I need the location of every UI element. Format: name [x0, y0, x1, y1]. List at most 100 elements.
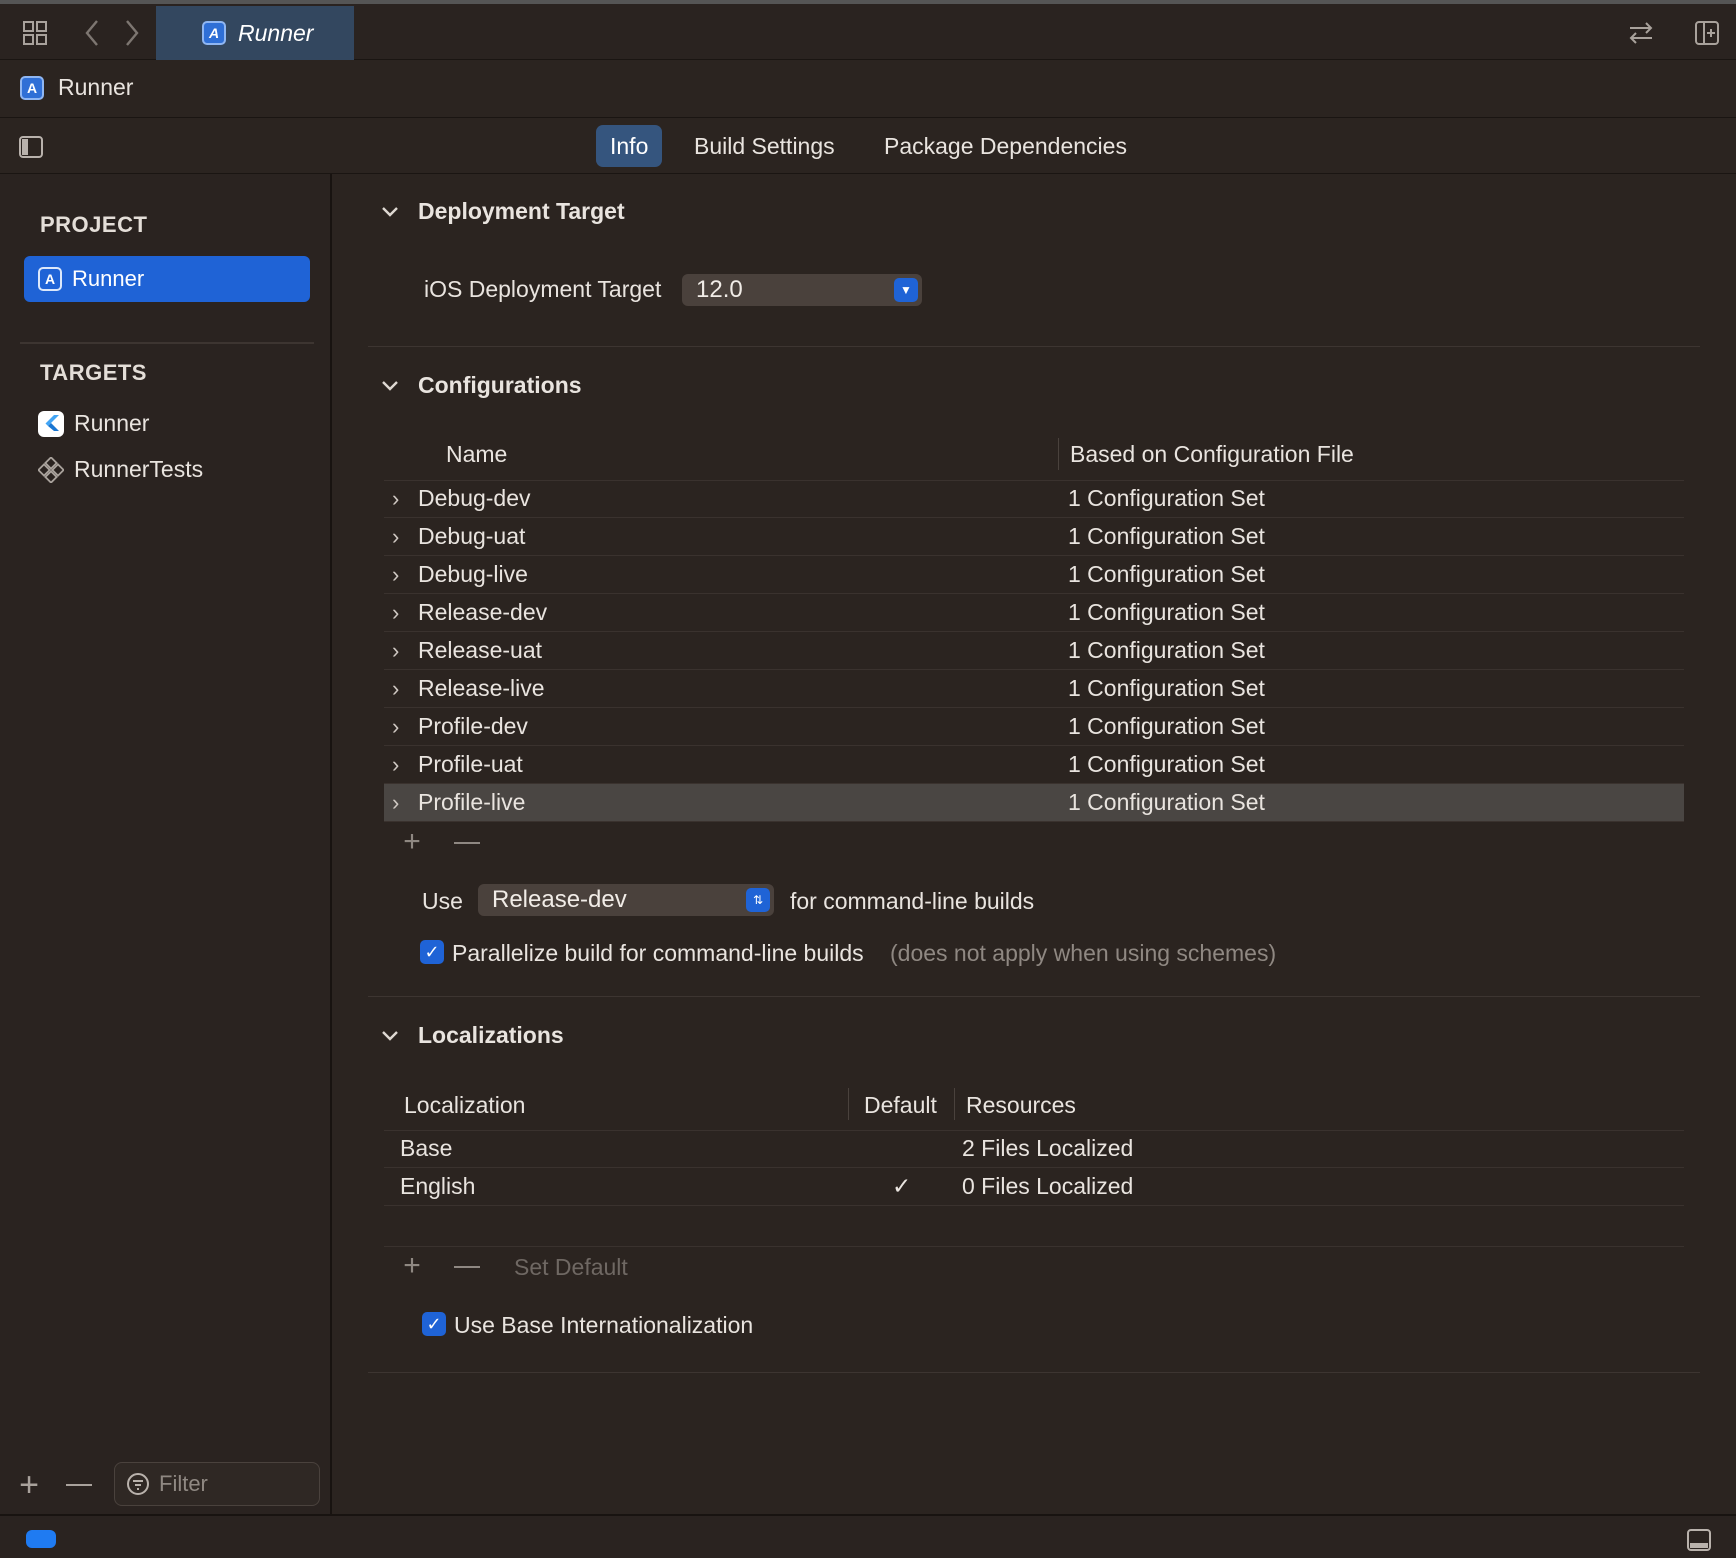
- sidebar-item-target-runner[interactable]: Runner: [38, 410, 149, 437]
- tab-info[interactable]: Info: [596, 125, 663, 167]
- sidebar-toggle-icon[interactable]: [16, 132, 46, 162]
- tab-title: Runner: [238, 19, 314, 46]
- section-divider: [368, 346, 1700, 347]
- chevron-right-icon: ›: [392, 485, 400, 511]
- column-header-localization[interactable]: Localization: [404, 1092, 525, 1119]
- config-name: Debug-live: [418, 561, 528, 587]
- table-row[interactable]: › Release-live 1 Configuration Set: [384, 670, 1684, 708]
- localizations-section-header[interactable]: Localizations: [380, 1022, 564, 1049]
- config-file: 1 Configuration Set: [1068, 675, 1265, 701]
- chevron-right-icon: ›: [392, 599, 400, 625]
- table-row[interactable]: › Release-dev 1 Configuration Set: [384, 594, 1684, 632]
- test-bundle-icon: [38, 456, 64, 483]
- grid-icon[interactable]: [20, 18, 50, 48]
- bottom-status-bar: [0, 1514, 1736, 1558]
- add-localization-button[interactable]: +: [398, 1249, 426, 1282]
- config-name: Profile-dev: [418, 713, 528, 739]
- config-name: Release-live: [418, 675, 545, 701]
- column-header-name[interactable]: Name: [446, 441, 507, 468]
- tab-package-dependencies[interactable]: Package Dependencies: [870, 125, 1141, 167]
- project-heading: PROJECT: [40, 212, 148, 237]
- column-separator: [1058, 438, 1059, 470]
- config-name: Debug-dev: [418, 485, 531, 511]
- chevron-down-icon: [380, 1026, 400, 1046]
- sidebar-item-project-runner[interactable]: A Runner: [24, 256, 310, 302]
- table-divider: [384, 1246, 1684, 1247]
- column-header-config-file[interactable]: Based on Configuration File: [1070, 441, 1354, 468]
- editor-tab-runner[interactable]: A Runner: [156, 6, 354, 60]
- table-row[interactable]: Base 2 Files Localized: [384, 1130, 1684, 1168]
- status-indicator-icon[interactable]: [26, 1530, 56, 1548]
- sidebar-item-label: RunnerTests: [74, 456, 204, 482]
- chevron-down-icon: [380, 376, 400, 396]
- table-row[interactable]: › Debug-live 1 Configuration Set: [384, 556, 1684, 594]
- remove-localization-button[interactable]: [454, 1266, 480, 1268]
- flutter-icon: [38, 410, 64, 437]
- localization-name: Base: [400, 1135, 453, 1161]
- filter-icon: [125, 1471, 151, 1497]
- swap-icon[interactable]: [1626, 18, 1656, 48]
- breadcrumb-bar: [0, 60, 1736, 118]
- filter-placeholder: Filter: [159, 1471, 208, 1496]
- localization-name: English: [400, 1173, 476, 1199]
- config-file: 1 Configuration Set: [1068, 561, 1265, 587]
- column-header-default[interactable]: Default: [864, 1092, 937, 1119]
- tab-package-dependencies-label: Package Dependencies: [884, 132, 1127, 159]
- config-file: 1 Configuration Set: [1068, 789, 1265, 815]
- config-name: Profile-uat: [418, 751, 523, 777]
- config-name: Profile-live: [418, 789, 526, 815]
- remove-target-button[interactable]: [66, 1484, 92, 1486]
- editor-tabs-bar: [0, 118, 1736, 174]
- deployment-section-header[interactable]: Deployment Target: [380, 198, 625, 225]
- table-row[interactable]: › Profile-dev 1 Configuration Set: [384, 708, 1684, 746]
- column-separator: [954, 1088, 955, 1120]
- configurations-section-header[interactable]: Configurations: [380, 372, 582, 399]
- column-separator: [848, 1088, 849, 1120]
- parallelize-checkbox[interactable]: ✓: [420, 940, 444, 964]
- tab-build-settings[interactable]: Build Settings: [680, 125, 849, 167]
- table-row[interactable]: › Release-uat 1 Configuration Set: [384, 632, 1684, 670]
- command-line-config-popup[interactable]: Release-dev ⇅: [478, 884, 774, 916]
- add-target-button[interactable]: +: [14, 1466, 44, 1504]
- project-icon: A: [20, 75, 44, 100]
- filter-field[interactable]: Filter: [114, 1462, 320, 1506]
- debug-area-toggle-icon[interactable]: [1684, 1526, 1714, 1554]
- chevron-right-icon: ›: [392, 713, 400, 739]
- forward-icon[interactable]: [120, 18, 144, 48]
- add-editor-icon[interactable]: [1692, 18, 1722, 48]
- ios-deployment-value: 12.0: [696, 276, 743, 303]
- chevron-right-icon: ›: [392, 751, 400, 777]
- checkmark-icon: ✓: [422, 1312, 446, 1336]
- config-file: 1 Configuration Set: [1068, 599, 1265, 625]
- add-configuration-button[interactable]: +: [398, 825, 426, 858]
- sidebar-divider: [20, 342, 314, 344]
- table-row-selected[interactable]: › Profile-live 1 Configuration Set: [384, 784, 1684, 822]
- column-header-resources[interactable]: Resources: [966, 1092, 1076, 1119]
- table-row[interactable]: › Debug-uat 1 Configuration Set: [384, 518, 1684, 556]
- chevron-down-icon: ▼: [894, 278, 918, 302]
- table-row[interactable]: English ✓ 0 Files Localized: [384, 1168, 1684, 1206]
- ios-deployment-label: iOS Deployment Target: [424, 276, 662, 302]
- localization-default: ✓: [892, 1173, 912, 1199]
- use-base-internationalization-label: Use Base Internationalization: [454, 1312, 754, 1338]
- back-icon[interactable]: [80, 18, 104, 48]
- table-row[interactable]: › Debug-dev 1 Configuration Set: [384, 480, 1684, 518]
- config-file: 1 Configuration Set: [1068, 637, 1265, 663]
- configurations-title: Configurations: [418, 372, 582, 398]
- set-default-button[interactable]: Set Default: [514, 1254, 628, 1281]
- breadcrumb[interactable]: A Runner: [20, 74, 133, 101]
- parallelize-note: (does not apply when using schemes): [890, 940, 1277, 966]
- breadcrumb-label: Runner: [58, 74, 134, 100]
- use-suffix-label: for command-line builds: [790, 888, 1035, 914]
- sidebar-item-target-runnertests[interactable]: RunnerTests: [38, 456, 203, 483]
- table-row[interactable]: › Profile-uat 1 Configuration Set: [384, 746, 1684, 784]
- ios-deployment-popup[interactable]: 12.0 ▼: [682, 274, 922, 306]
- targets-heading: TARGETS: [40, 360, 147, 385]
- use-base-internationalization-checkbox[interactable]: ✓: [422, 1312, 446, 1336]
- config-name: Release-dev: [418, 599, 548, 625]
- app-icon: A: [202, 21, 226, 45]
- remove-configuration-button[interactable]: [454, 842, 480, 844]
- project-icon: A: [38, 267, 62, 291]
- section-divider: [368, 996, 1700, 997]
- config-name: Debug-uat: [418, 523, 526, 549]
